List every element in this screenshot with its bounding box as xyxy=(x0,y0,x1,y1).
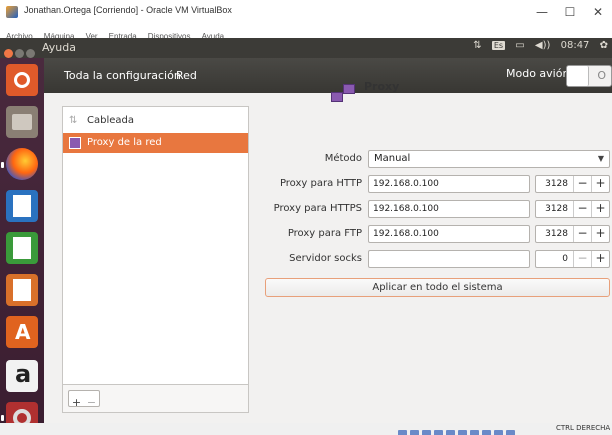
ubuntu-top-panel: Ayuda ⇅ Es ▭ ◀)) 08:47 ✿ xyxy=(0,38,612,58)
maximize-window-icon[interactable] xyxy=(26,49,35,58)
indicator-area: ⇅ Es ▭ ◀)) 08:47 ✿ xyxy=(466,40,608,51)
vbox-statusbar: CTRL DERECHA xyxy=(0,423,612,435)
app-title: Ayuda xyxy=(42,41,76,54)
hdd-icon[interactable] xyxy=(398,430,407,435)
sidebar-item-label: Proxy de la red xyxy=(87,137,162,148)
network-settings-panel: ⇅ Cableada Proxy de la red + − Proxy Méto… xyxy=(44,80,612,423)
breadcrumb-red: Red xyxy=(176,69,197,82)
host-window-titlebar: Jonathan.Ortega [Corriendo] - Oracle VM … xyxy=(0,0,612,24)
proxy-heading xyxy=(44,84,612,133)
keyboard-layout-indicator[interactable]: Es xyxy=(491,41,506,50)
airplane-mode-label: Modo avión xyxy=(506,67,570,80)
https-proxy-host-input[interactable]: 192.168.0.100 xyxy=(368,200,530,218)
cpu-icon[interactable] xyxy=(494,430,503,435)
usb-icon[interactable] xyxy=(446,430,455,435)
switch-state: O xyxy=(597,69,606,82)
port-value[interactable]: 3128 xyxy=(536,201,570,217)
method-label: Método xyxy=(324,153,362,164)
close-window-icon[interactable] xyxy=(4,49,13,58)
ftp-proxy-label: Proxy para FTP xyxy=(287,228,362,239)
method-dropdown[interactable]: Manual ▼ xyxy=(368,150,610,168)
decrement-button[interactable]: − xyxy=(573,176,591,192)
https-proxy-port-stepper[interactable]: 3128 − + xyxy=(535,200,610,218)
airplane-mode-switch[interactable]: O xyxy=(566,65,612,87)
mouse-integration-icon[interactable] xyxy=(506,430,515,435)
decrement-button[interactable]: − xyxy=(573,226,591,242)
display-icon[interactable] xyxy=(470,430,479,435)
audio-icon[interactable] xyxy=(422,430,431,435)
software-center-icon[interactable] xyxy=(6,316,38,348)
device-list: ⇅ Cableada Proxy de la red + − xyxy=(62,106,249,413)
method-value: Manual xyxy=(374,153,411,164)
host-key-label: CTRL DERECHA xyxy=(556,424,611,432)
video-capture-icon[interactable] xyxy=(482,430,491,435)
close-button[interactable]: ✕ xyxy=(584,3,612,21)
battery-icon[interactable]: ▭ xyxy=(515,40,524,51)
ftp-proxy-host-input[interactable]: 192.168.0.100 xyxy=(368,225,530,243)
window-title: Jonathan.Ortega [Corriendo] - Oracle VM … xyxy=(24,5,232,15)
socks-server-label: Servidor socks xyxy=(289,253,362,264)
port-value[interactable]: 0 xyxy=(536,251,570,267)
remove-device-button[interactable]: − xyxy=(84,395,99,410)
settings-header: Toda la configuración Red Modo avión O xyxy=(44,58,612,93)
amazon-icon[interactable] xyxy=(6,360,38,392)
maximize-button[interactable]: ☐ xyxy=(556,3,584,21)
http-proxy-port-stepper[interactable]: 3128 − + xyxy=(535,175,610,193)
ftp-proxy-port-stepper[interactable]: 3128 − + xyxy=(535,225,610,243)
system-gear-icon[interactable]: ✿ xyxy=(600,40,608,51)
all-settings-button[interactable]: Toda la configuración xyxy=(60,66,185,86)
port-value[interactable]: 3128 xyxy=(536,226,570,242)
https-proxy-label: Proxy para HTTPS xyxy=(273,203,362,214)
minimize-window-icon[interactable] xyxy=(15,49,24,58)
optical-drive-icon[interactable] xyxy=(410,430,419,435)
clock[interactable]: 08:47 xyxy=(561,40,590,51)
firefox-icon[interactable] xyxy=(6,148,38,180)
add-remove-buttons: + − xyxy=(68,390,100,410)
chevron-down-icon: ▼ xyxy=(597,154,604,163)
device-tray xyxy=(398,424,518,435)
list-toolbar: + − xyxy=(63,384,248,412)
network-adapter-icon[interactable] xyxy=(434,430,443,435)
ubuntu-dash-icon[interactable] xyxy=(6,64,38,96)
switch-knob xyxy=(567,66,589,86)
increment-button[interactable]: + xyxy=(591,176,609,192)
writer-icon[interactable] xyxy=(6,190,38,222)
active-indicator-settings xyxy=(1,415,4,421)
minimize-button[interactable]: — xyxy=(528,3,556,21)
socks-port-stepper[interactable]: 0 − + xyxy=(535,250,610,268)
impress-icon[interactable] xyxy=(6,274,38,306)
proxy-title: Proxy xyxy=(364,80,400,93)
increment-button[interactable]: + xyxy=(591,251,609,267)
active-indicator xyxy=(1,162,4,168)
decrement-button[interactable]: − xyxy=(573,201,591,217)
unity-launcher xyxy=(0,58,44,435)
sidebar-item-proxy[interactable]: Proxy de la red xyxy=(63,133,248,153)
network-icon[interactable]: ⇅ xyxy=(473,40,481,51)
shared-folder-icon[interactable] xyxy=(458,430,467,435)
port-value[interactable]: 3128 xyxy=(536,176,570,192)
increment-button[interactable]: + xyxy=(591,226,609,242)
files-icon[interactable] xyxy=(6,106,38,138)
http-proxy-host-input[interactable]: 192.168.0.100 xyxy=(368,175,530,193)
decrement-button[interactable]: − xyxy=(573,251,591,267)
volume-icon[interactable]: ◀)) xyxy=(535,40,551,51)
apply-system-wide-button[interactable]: Aplicar en todo el sistema xyxy=(265,278,610,297)
calc-icon[interactable] xyxy=(6,232,38,264)
socks-host-input[interactable] xyxy=(368,250,530,268)
virtualbox-logo-icon xyxy=(6,6,18,18)
http-proxy-label: Proxy para HTTP xyxy=(279,178,362,189)
add-device-button[interactable]: + xyxy=(69,395,84,410)
proxy-icon xyxy=(69,137,81,149)
increment-button[interactable]: + xyxy=(591,201,609,217)
vbox-menubar: Archivo Máquina Ver Entrada Dispositivos… xyxy=(0,24,612,41)
